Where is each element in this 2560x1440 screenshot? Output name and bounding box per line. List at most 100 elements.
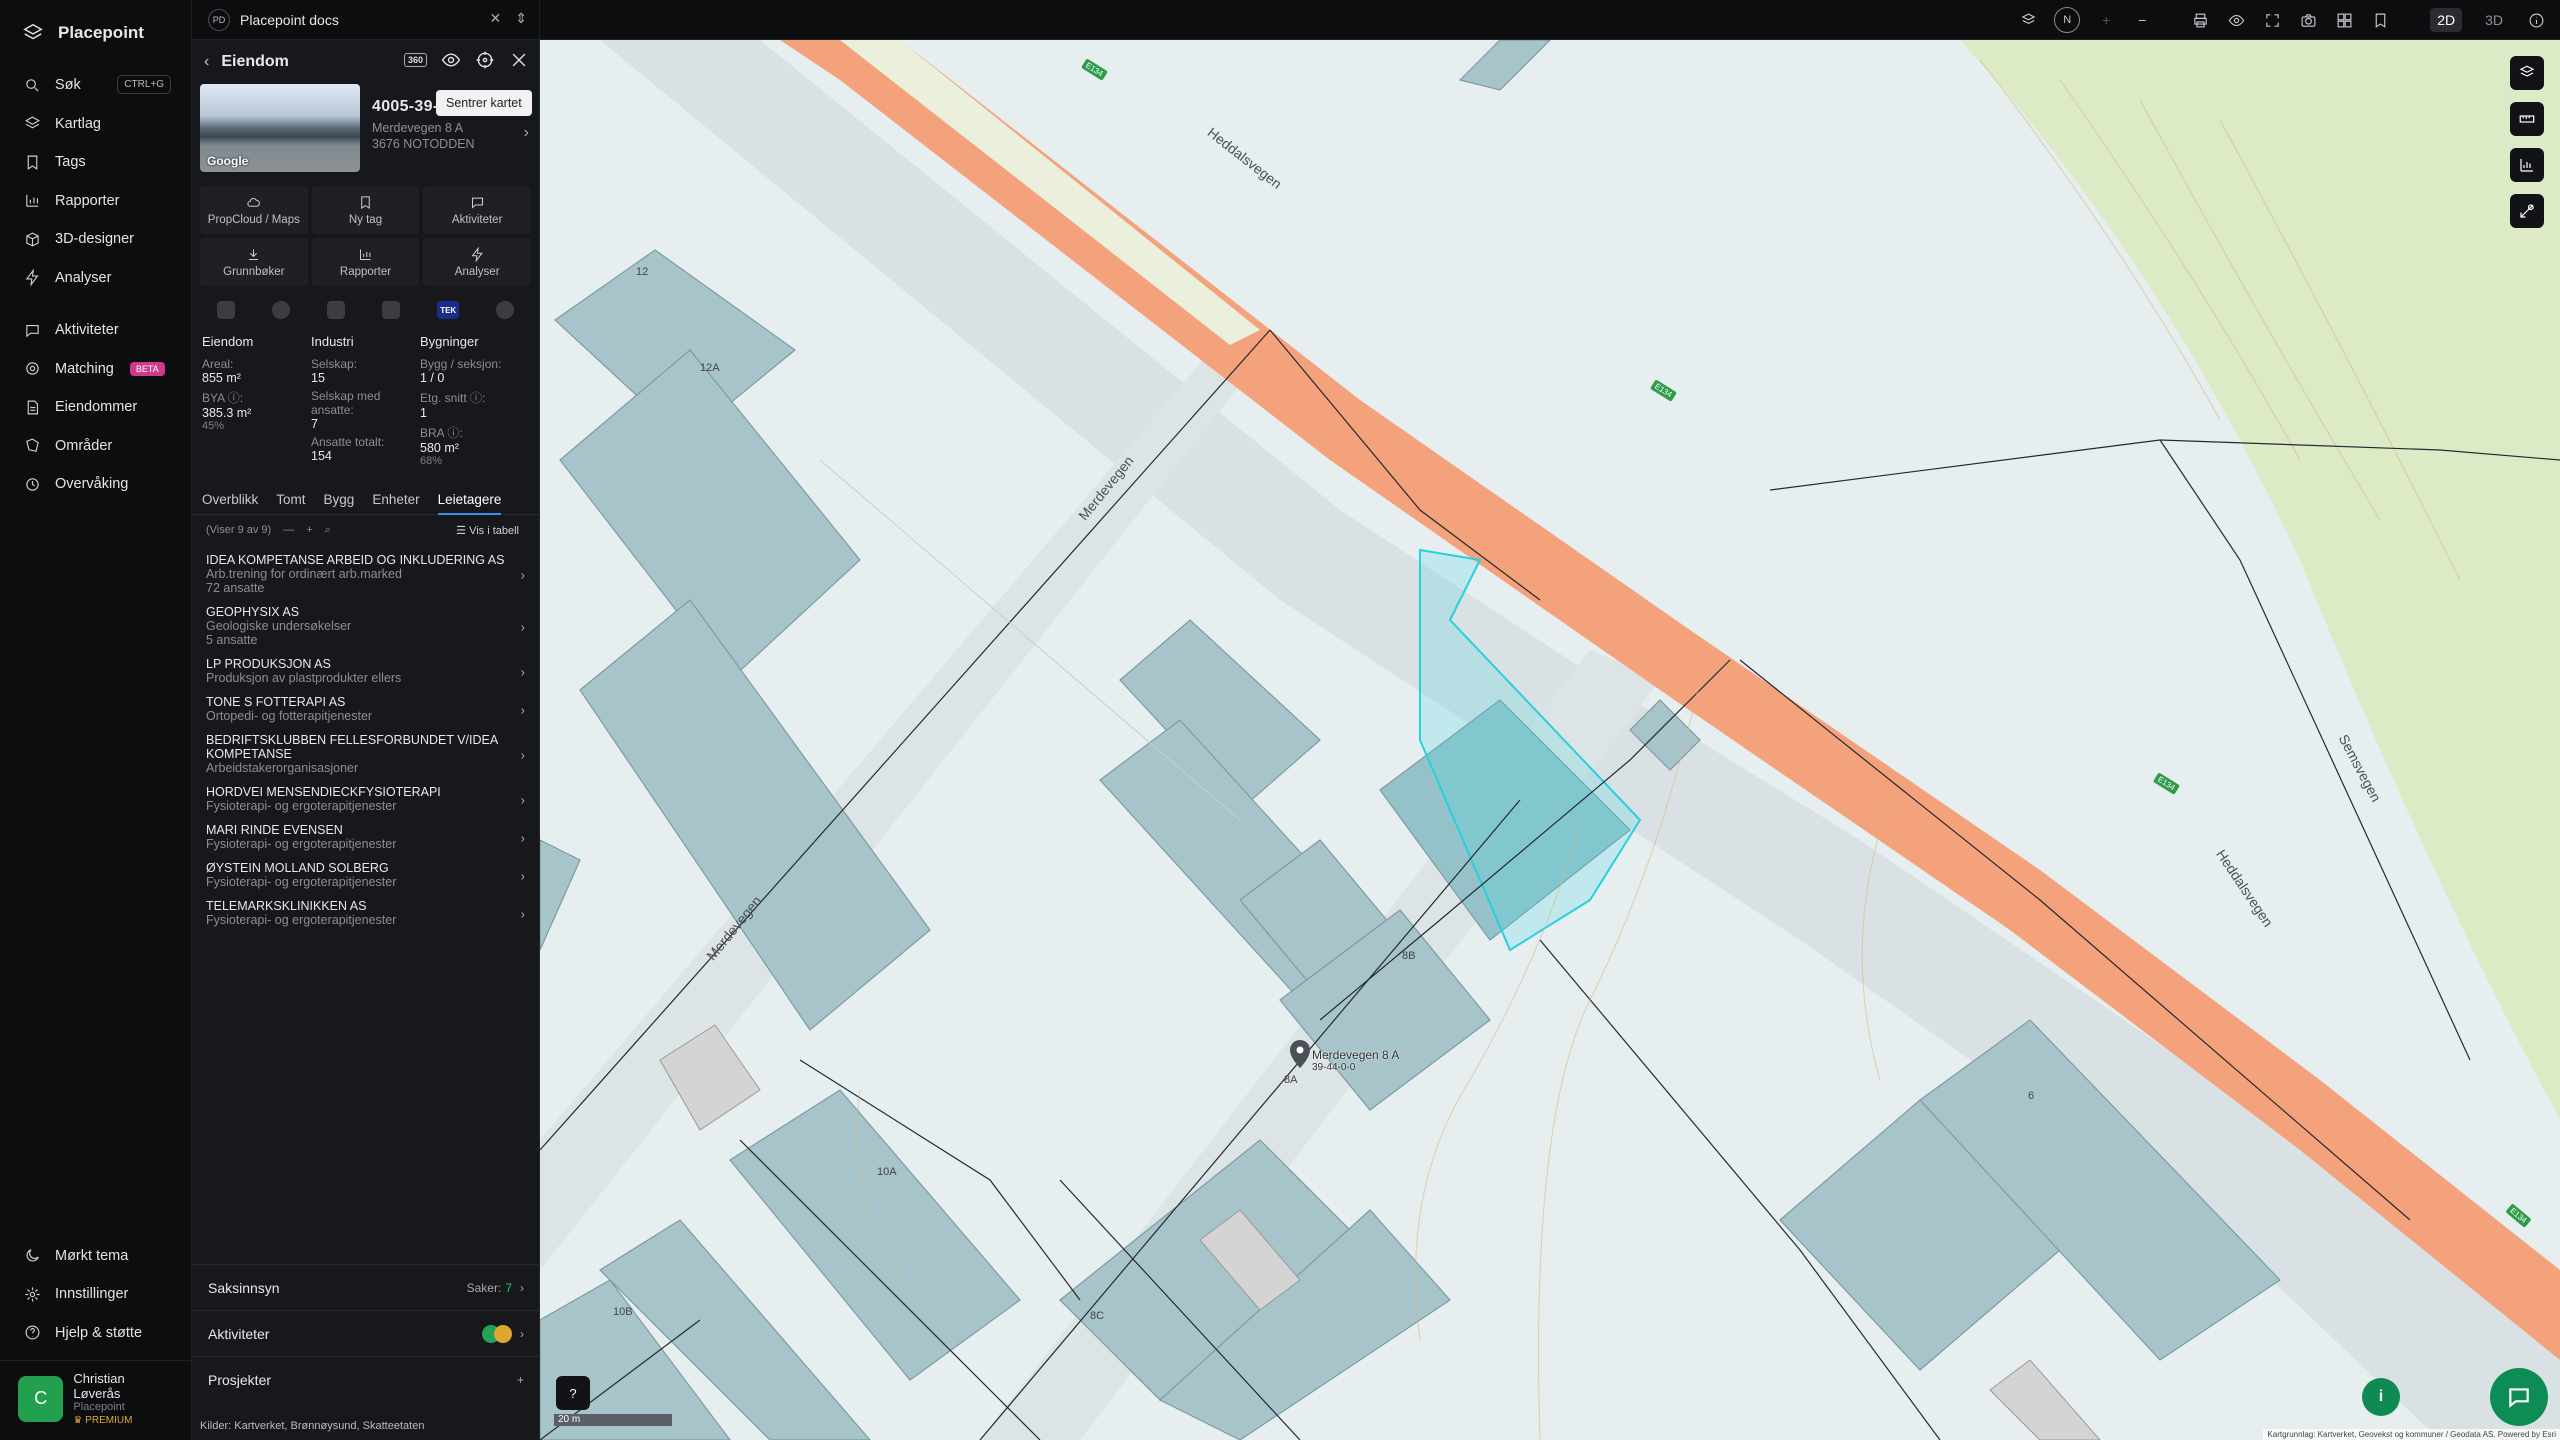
street-view-360-button[interactable]: 360 bbox=[403, 53, 427, 67]
print-icon[interactable] bbox=[2190, 10, 2210, 30]
nav-item-eiendommer[interactable]: Eiendommer bbox=[0, 388, 191, 427]
compass-button[interactable]: N bbox=[2054, 7, 2081, 33]
detail-tabs: Overblikk Tomt Bygg Enheter Leietagere bbox=[192, 485, 539, 515]
action-ny-tag[interactable]: Ny tag bbox=[311, 186, 420, 234]
show-table-button[interactable]: ☰ Vis i tabell bbox=[456, 524, 519, 537]
action-analyser[interactable]: Analyser bbox=[423, 238, 531, 286]
property-address: Merdevegen 8 A bbox=[372, 121, 464, 135]
user-profile[interactable]: C Christian Løverås Placepoint ♛ PREMIUM bbox=[0, 1360, 192, 1440]
map-tool-button[interactable] bbox=[2510, 148, 2544, 182]
help-icon bbox=[25, 1325, 40, 1340]
nav-item-mørkt-tema[interactable]: Mørkt tema bbox=[0, 1237, 192, 1276]
etg-value: 1 bbox=[420, 406, 427, 420]
zoom-in-icon[interactable]: + bbox=[2096, 10, 2116, 30]
aktiviteter-section[interactable]: Aktiviteter › bbox=[192, 1310, 540, 1356]
camera-icon[interactable] bbox=[2298, 10, 2318, 30]
chevron-right-icon[interactable]: › bbox=[524, 124, 529, 142]
tenant-item[interactable]: LP PRODUKSJON AS Produksjon av plastprodu… bbox=[192, 653, 539, 691]
nav-item-analyser[interactable]: Analyser bbox=[0, 259, 191, 298]
signal-icon[interactable] bbox=[382, 301, 401, 319]
tenant-item[interactable]: ØYSTEIN MOLLAND SOLBERG Fysioterapi- og e… bbox=[192, 857, 539, 895]
layer-icon[interactable] bbox=[326, 301, 345, 319]
action-rapporter[interactable]: Rapporter bbox=[311, 238, 420, 286]
tab-leietagere[interactable]: Leietagere bbox=[437, 492, 502, 515]
add-project-icon[interactable]: + bbox=[517, 1373, 524, 1387]
prosjekter-section[interactable]: Prosjekter + bbox=[192, 1356, 540, 1402]
tenant-item[interactable]: TELEMARKSKLINIKKEN AS Fysioterapi- og erg… bbox=[192, 895, 539, 933]
map-tool-button[interactable] bbox=[2510, 102, 2544, 136]
etg-label: Etg. snitt ⓘ: bbox=[420, 391, 486, 405]
action-label: Ny tag bbox=[348, 213, 383, 226]
layers-3d-icon[interactable] bbox=[2018, 10, 2038, 30]
tenant-item[interactable]: MARI RINDE EVENSEN Fysioterapi- og ergote… bbox=[192, 819, 539, 857]
close-icon[interactable] bbox=[509, 50, 529, 70]
nav-item-innstillinger[interactable]: Innstillinger bbox=[0, 1275, 192, 1314]
close-icon[interactable]: ✕ bbox=[490, 10, 502, 27]
map-view[interactable]: E134 E134 E134 E134 Heddalsvegen Merdeve… bbox=[540, 40, 2560, 1440]
building-label: 10A bbox=[877, 1166, 897, 1178]
tab-enheter[interactable]: Enheter bbox=[372, 492, 419, 507]
help-button[interactable]: ? bbox=[556, 1376, 590, 1410]
bookmark-icon[interactable] bbox=[2370, 10, 2390, 30]
info-icon[interactable] bbox=[2526, 10, 2546, 30]
tenant-item[interactable]: IDEA KOMPETANSE ARBEID OG INKLUDERING AS… bbox=[192, 549, 539, 601]
nav-item-3d-designer[interactable]: 3D-designer bbox=[0, 220, 191, 259]
layer-icon[interactable] bbox=[271, 301, 290, 319]
mode-2d[interactable]: 2D bbox=[2430, 8, 2463, 32]
nav-item-aktiviteter[interactable]: Aktiviteter bbox=[0, 311, 191, 350]
stats-industri-title: Industri bbox=[311, 334, 354, 349]
nav-item-områder[interactable]: Områder bbox=[0, 427, 191, 466]
nav-item-matching[interactable]: Matching BETA bbox=[0, 350, 191, 389]
bya-percent: 45% bbox=[202, 420, 225, 432]
map-tool-button[interactable] bbox=[2510, 194, 2544, 228]
street-view-photo[interactable]: Google bbox=[200, 84, 360, 172]
nav-item-kartlag[interactable]: Kartlag bbox=[0, 105, 191, 144]
tenant-industry: Ortopedi- og fotterapitjenester bbox=[206, 709, 373, 723]
eye-icon[interactable] bbox=[441, 50, 461, 70]
tab-tomt[interactable]: Tomt bbox=[276, 492, 305, 507]
chat-button[interactable] bbox=[2490, 1368, 2548, 1426]
action-propcloud-maps[interactable]: PropCloud / Maps bbox=[200, 186, 308, 234]
source-link[interactable]: Skatteetaten bbox=[363, 1420, 425, 1432]
eye-icon[interactable] bbox=[2226, 10, 2246, 30]
saksinnsyn-section[interactable]: Saksinnsyn Saker: 7 › bbox=[192, 1264, 540, 1310]
nav-item-hjelp-støtte[interactable]: Hjelp & støtte bbox=[0, 1314, 192, 1353]
tab-overblikk[interactable]: Overblikk bbox=[202, 492, 258, 507]
add-icon[interactable]: + bbox=[306, 524, 312, 536]
tenant-item[interactable]: HORDVEI MENSENDIECKFYSIOTERAPI Fysioterap… bbox=[192, 781, 539, 819]
tek-badge[interactable]: TEK bbox=[437, 301, 460, 319]
mode-3d[interactable]: 3D bbox=[2478, 8, 2510, 32]
back-icon[interactable]: ‹ bbox=[204, 53, 209, 71]
grid-icon[interactable] bbox=[2334, 10, 2354, 30]
source-link[interactable]: Brønnøysund bbox=[291, 1420, 357, 1432]
fullscreen-icon[interactable] bbox=[2262, 10, 2282, 30]
layer-icon[interactable] bbox=[216, 301, 235, 319]
tenant-name: LP PRODUKSJON AS bbox=[206, 657, 331, 671]
collapse-icon[interactable]: — bbox=[283, 524, 294, 536]
nav-item-søk[interactable]: Søk CTRL+G bbox=[0, 66, 191, 105]
activity-avatars bbox=[482, 1324, 512, 1343]
map-tool-button[interactable] bbox=[2510, 56, 2544, 90]
brand[interactable]: Placepoint bbox=[0, 0, 191, 66]
info-button[interactable]: i bbox=[2362, 1378, 2400, 1416]
google-logo: Google bbox=[207, 154, 249, 168]
doc-tab[interactable]: PD Placepoint docs ✕ ⇕ bbox=[192, 0, 540, 40]
tenant-item[interactable]: BEDRIFTSKLUBBEN FELLESFORBUNDET V/IDEA K… bbox=[192, 729, 539, 781]
source-link[interactable]: Kartverket bbox=[234, 1420, 284, 1432]
tenant-item[interactable]: TONE S FOTTERAPI AS Ortopedi- og fotterap… bbox=[192, 691, 539, 729]
nav-item-rapporter[interactable]: Rapporter bbox=[0, 182, 191, 221]
tab-bygg[interactable]: Bygg bbox=[324, 492, 355, 507]
nav-item-tags[interactable]: Tags bbox=[0, 143, 191, 182]
map-canvas[interactable] bbox=[540, 40, 2560, 1440]
chevron-right-icon: › bbox=[520, 906, 525, 922]
tenant-name: ØYSTEIN MOLLAND SOLBERG bbox=[206, 861, 389, 875]
search-icon[interactable]: ⌕ bbox=[325, 524, 331, 537]
action-aktiviteter[interactable]: Aktiviteter bbox=[423, 186, 531, 234]
expand-icon[interactable]: ⇕ bbox=[515, 10, 527, 27]
center-map-icon[interactable] bbox=[475, 50, 495, 70]
action-grunnbøker[interactable]: Grunnbøker bbox=[200, 238, 308, 286]
layer-icon[interactable] bbox=[496, 301, 515, 319]
nav-item-overvåking[interactable]: Overvåking bbox=[0, 465, 191, 504]
tenant-item[interactable]: GEOPHYSIX AS Geologiske undersøkelser 5 an… bbox=[192, 601, 539, 653]
zoom-out-icon[interactable]: − bbox=[2132, 10, 2152, 30]
